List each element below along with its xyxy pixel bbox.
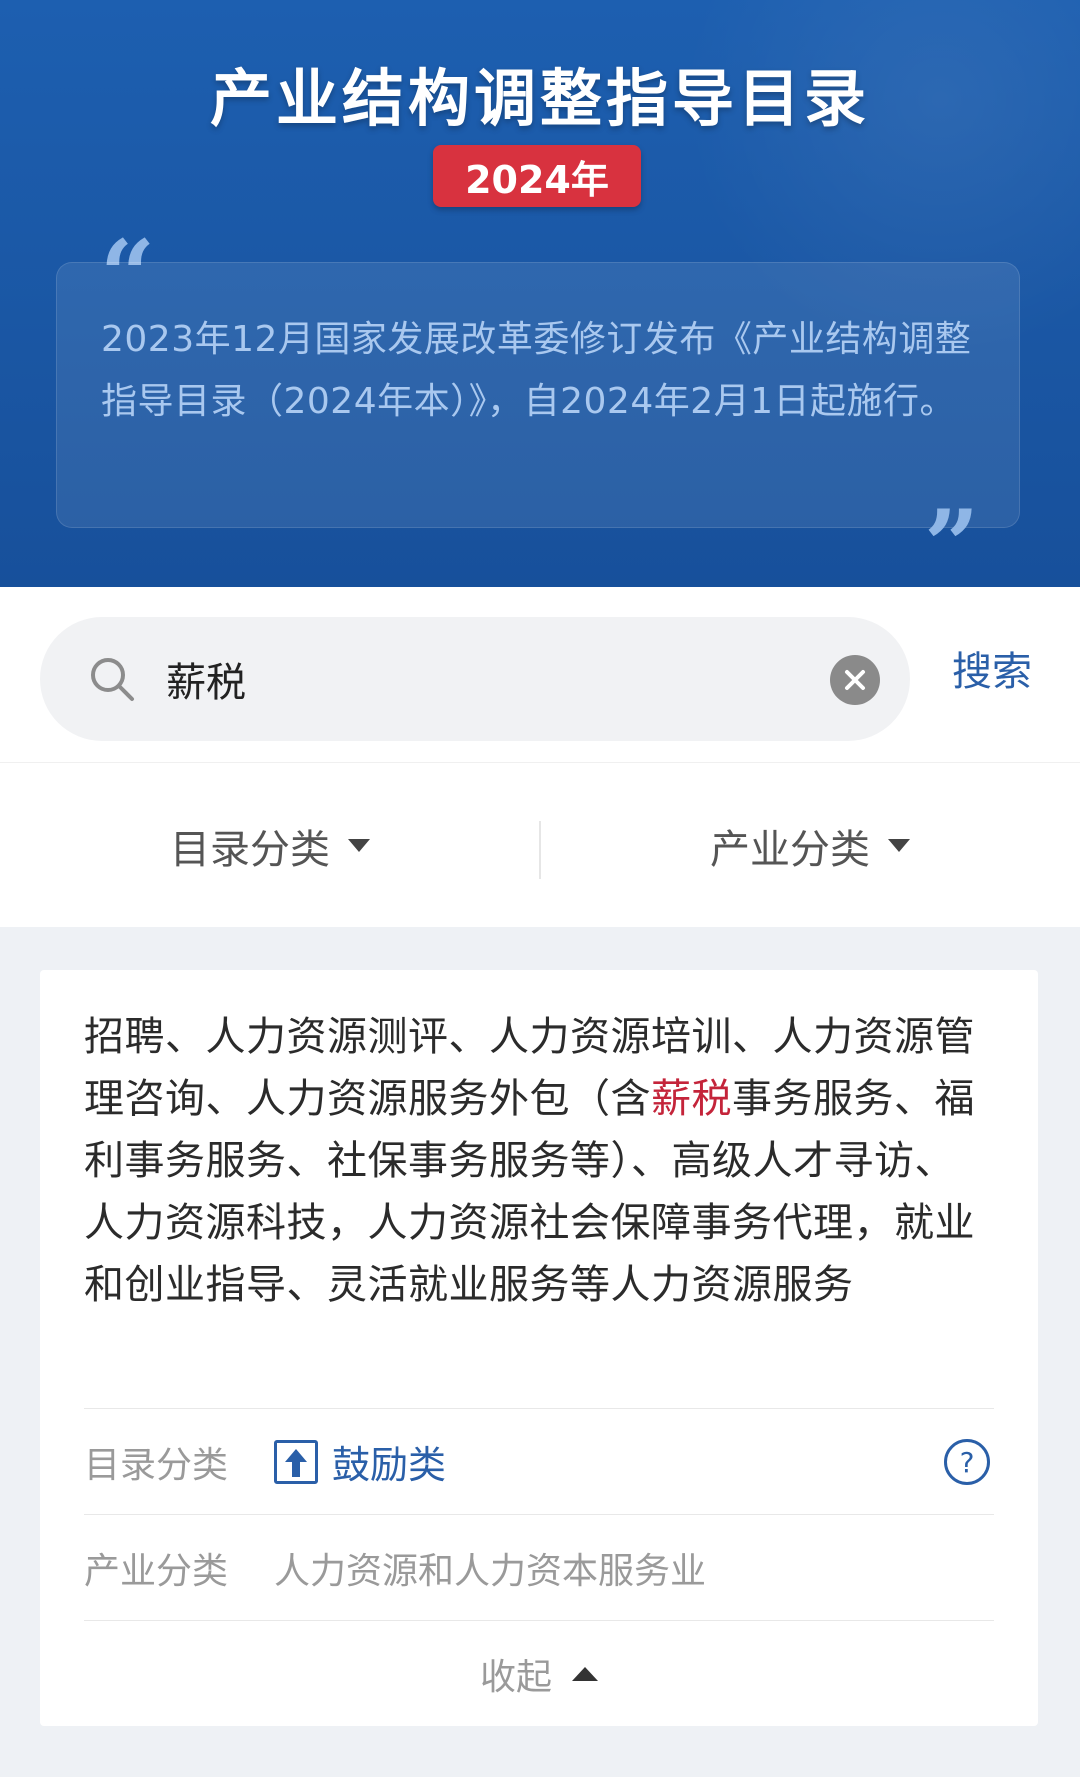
search-input[interactable] xyxy=(166,645,806,713)
clear-icon[interactable] xyxy=(830,655,880,705)
industry-filter-dropdown[interactable]: 产业分类 xyxy=(540,763,1080,928)
collapse-button[interactable]: 收起 xyxy=(84,1620,994,1726)
result-card: 招聘、人力资源测评、人力资源培训、人力资源管理咨询、人力资源服务外包（含薪税事务… xyxy=(40,970,1038,1726)
quote-close-icon: ” xyxy=(924,489,980,588)
help-icon[interactable]: ? xyxy=(944,1439,990,1485)
result-keyword-highlight: 薪税 xyxy=(651,1076,732,1122)
catalog-row-label: 目录分类 xyxy=(84,1444,229,1486)
header-banner: 产业结构调整指导目录 2024年 “ 2023年12月国家发展改革委修订发布《产… xyxy=(0,0,1080,587)
page-title: 产业结构调整指导目录 xyxy=(209,62,870,135)
intro-text: 2023年12月国家发展改革委修订发布《产业结构调整指导目录（2024年本）》，… xyxy=(101,319,972,422)
filter-bar: 目录分类 产业分类 xyxy=(0,762,1080,927)
industry-row-value: 人力资源和人力资本服务业 xyxy=(274,1550,707,1592)
chevron-down-icon xyxy=(348,839,370,852)
intro-box: 2023年12月国家发展改革委修订发布《产业结构调整指导目录（2024年本）》，… xyxy=(56,262,1020,528)
page: 产业结构调整指导目录 2024年 “ 2023年12月国家发展改革委修订发布《产… xyxy=(0,0,1080,1777)
chevron-down-icon xyxy=(888,839,910,852)
year-badge: 2024年 xyxy=(433,145,641,207)
collapse-label: 收起 xyxy=(479,1656,552,1698)
industry-filter-label: 产业分类 xyxy=(710,826,870,873)
catalog-row: 目录分类 鼓励类 ? xyxy=(84,1408,994,1514)
search-box[interactable] xyxy=(40,617,910,741)
chevron-up-icon xyxy=(572,1666,598,1681)
catalog-row-value: 鼓励类 xyxy=(332,1443,447,1487)
search-button[interactable]: 搜索 xyxy=(952,639,1032,697)
arrow-up-box-icon xyxy=(274,1439,318,1484)
result-description: 招聘、人力资源测评、人力资源培训、人力资源管理咨询、人力资源服务外包（含薪税事务… xyxy=(84,1006,994,1316)
catalog-filter-label: 目录分类 xyxy=(170,826,330,873)
industry-row-label: 产业分类 xyxy=(84,1550,229,1592)
industry-row: 产业分类 人力资源和人力资本服务业 xyxy=(84,1514,994,1620)
search-icon xyxy=(88,655,136,703)
catalog-filter-dropdown[interactable]: 目录分类 xyxy=(0,763,540,928)
search-area: 搜索 xyxy=(0,587,1080,762)
